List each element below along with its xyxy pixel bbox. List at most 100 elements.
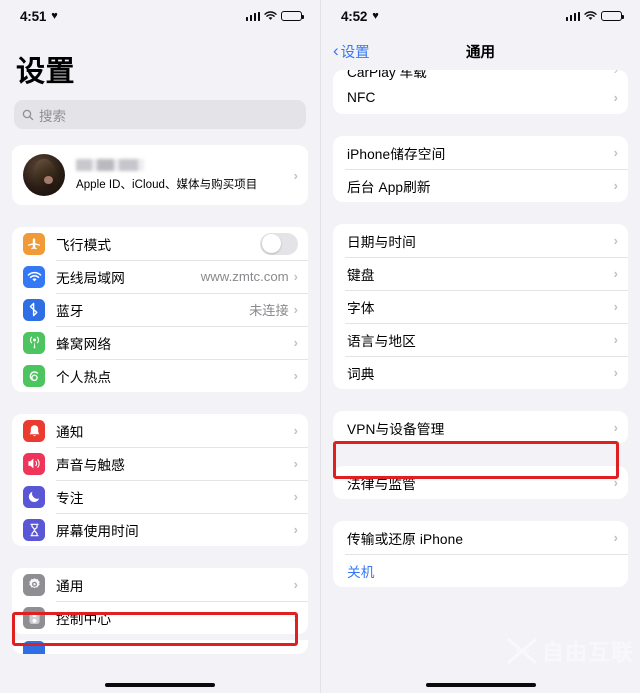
hourglass-icon [23,518,45,541]
chevron-right-icon: › [613,266,618,281]
apple-id-card[interactable]: Apple ID、iCloud、媒体与购买项目 › [12,145,308,205]
search-placeholder: 搜索 [39,108,66,124]
row-screen-time[interactable]: 屏幕使用时间 › [12,513,308,546]
row-bluetooth[interactable]: 蓝牙 未连接 › [12,293,308,326]
alerts-group: 通知 › 声音与触感 › 专注 › 屏幕使用时间 › [12,414,308,546]
row-fonts[interactable]: 字体 › [333,290,628,323]
wifi-icon [23,265,45,288]
row-date-time[interactable]: 日期与时间 › [333,224,628,257]
chevron-right-icon: › [613,530,618,545]
watermark: 自由互联 [507,635,634,667]
signal-bars-icon [565,11,580,21]
airplane-icon [23,232,45,255]
row-keyboard[interactable]: 键盘 › [333,257,628,290]
chevron-right-icon: › [293,522,298,537]
row-hotspot[interactable]: 个人热点 › [12,359,308,392]
chevron-right-icon: › [293,456,298,471]
row-label: 法律与监管 [347,476,416,492]
row-label: 通用 [56,578,84,594]
watermark-text: 自由互联 [541,640,634,665]
status-bar-left-group: 4:51 ♥ [20,9,58,24]
chevron-right-icon: › [293,577,298,592]
row-dictionary[interactable]: 词典 › [333,356,628,389]
row-notifications[interactable]: 通知 › [12,414,308,447]
legal-group: 法律与监管 › [333,466,628,499]
row-label: 控制中心 [56,611,112,627]
chevron-right-icon: › [293,489,298,504]
row-background-app-refresh[interactable]: 后台 App刷新 › [333,169,628,202]
row-label: VPN与设备管理 [347,421,445,437]
reset-group: 传输或还原 iPhone › 关机 [333,521,628,587]
row-language-region[interactable]: 语言与地区 › [333,323,628,356]
display-brightness-icon [23,641,45,654]
scrolled-partial-row: CarPlay 车载 › [333,70,628,81]
row-label: 字体 [347,300,375,316]
search-input[interactable]: 搜索 [14,100,306,129]
row-wifi[interactable]: 无线局域网 www.zmtc.com › [12,260,308,293]
sidebar-item-general[interactable]: 通用 › [12,568,308,601]
wifi-icon [584,11,597,21]
row-label: 专注 [56,490,84,506]
chevron-right-icon: › [613,420,618,435]
chevron-right-icon: › [293,335,298,350]
row-vpn-device-management[interactable]: VPN与设备管理 › [333,411,628,444]
dual-screenshot-container: 4:51 ♥ 设置 搜索 Apple ID、iCloud、媒体与购买项目 › 飞… [0,0,640,693]
row-label: 蓝牙 [56,303,84,319]
airplane-mode-toggle[interactable] [260,232,298,255]
general-settings-screen: 4:52 ♥ ‹ 设置 通用 CarPlay 车载 › [320,0,640,693]
row-transfer-reset-iphone[interactable]: 传输或还原 iPhone › [333,521,628,554]
chevron-right-icon: › [293,368,298,383]
status-bar-left: 4:51 ♥ [0,0,320,32]
chevron-right-icon: › [613,475,618,490]
next-row-peek [12,640,308,654]
row-airplane-mode[interactable]: 飞行模式 [12,227,308,260]
row-iphone-storage[interactable]: iPhone储存空间 › [333,136,628,169]
row-nfc[interactable]: NFC › [333,81,628,114]
row-focus[interactable]: 专注 › [12,480,308,513]
avatar [23,154,65,196]
chevron-right-icon: › [613,299,618,314]
row-legal-regulatory[interactable]: 法律与监管 › [333,466,628,499]
speaker-icon [23,452,45,475]
row-label: 个人热点 [56,369,112,385]
chevron-right-icon: › [293,269,298,284]
status-bar-right-group [565,10,624,22]
sliders-icon [23,606,45,629]
row-label: 无线局域网 [56,270,125,286]
battery-low-icon [601,10,624,22]
heart-icon: ♥ [372,9,379,22]
settings-home-screen: 4:51 ♥ 设置 搜索 Apple ID、iCloud、媒体与购买项目 › 飞… [0,0,320,693]
status-bar-left-group: 4:52 ♥ [341,9,379,24]
row-shut-down[interactable]: 关机 [333,554,628,587]
connectivity-group: 飞行模式 无线局域网 www.zmtc.com › 蓝牙 未连接 › 蜂窝网络 … [12,227,308,392]
status-bar-right-group [245,10,304,22]
chevron-right-icon: › [613,178,618,193]
row-label: iPhone储存空间 [347,146,446,162]
chevron-right-icon: › [614,70,618,77]
sidebar-item-control-center[interactable]: 控制中心 › [12,601,308,634]
chevron-right-icon: › [613,332,618,347]
back-button[interactable]: ‹ 设置 [333,41,370,62]
back-button-label: 设置 [340,44,370,61]
battery-low-icon [281,10,304,22]
row-label: 声音与触感 [56,457,125,473]
row-label: 后台 App刷新 [347,179,431,195]
gear-icon [23,573,45,596]
heart-icon: ♥ [51,9,58,22]
chevron-right-icon: › [293,423,298,438]
row-label: 传输或还原 iPhone [347,531,464,547]
row-label: 飞行模式 [56,237,112,253]
row-label: 通知 [56,424,84,440]
row-label: 关机 [347,564,375,580]
chevron-right-icon: › [613,365,618,380]
bluetooth-status-value: 未连接 [249,303,289,318]
storage-group: iPhone储存空间 › 后台 App刷新 › [333,136,628,202]
row-cellular[interactable]: 蜂窝网络 › [12,326,308,359]
row-sounds-haptics[interactable]: 声音与触感 › [12,447,308,480]
row-label: 日期与时间 [347,234,416,250]
cellular-icon [23,331,45,354]
apple-id-info: Apple ID、iCloud、媒体与购买项目 [76,158,294,192]
hotspot-icon [23,364,45,387]
chevron-right-icon: › [293,302,298,317]
status-time: 4:51 [20,8,47,24]
